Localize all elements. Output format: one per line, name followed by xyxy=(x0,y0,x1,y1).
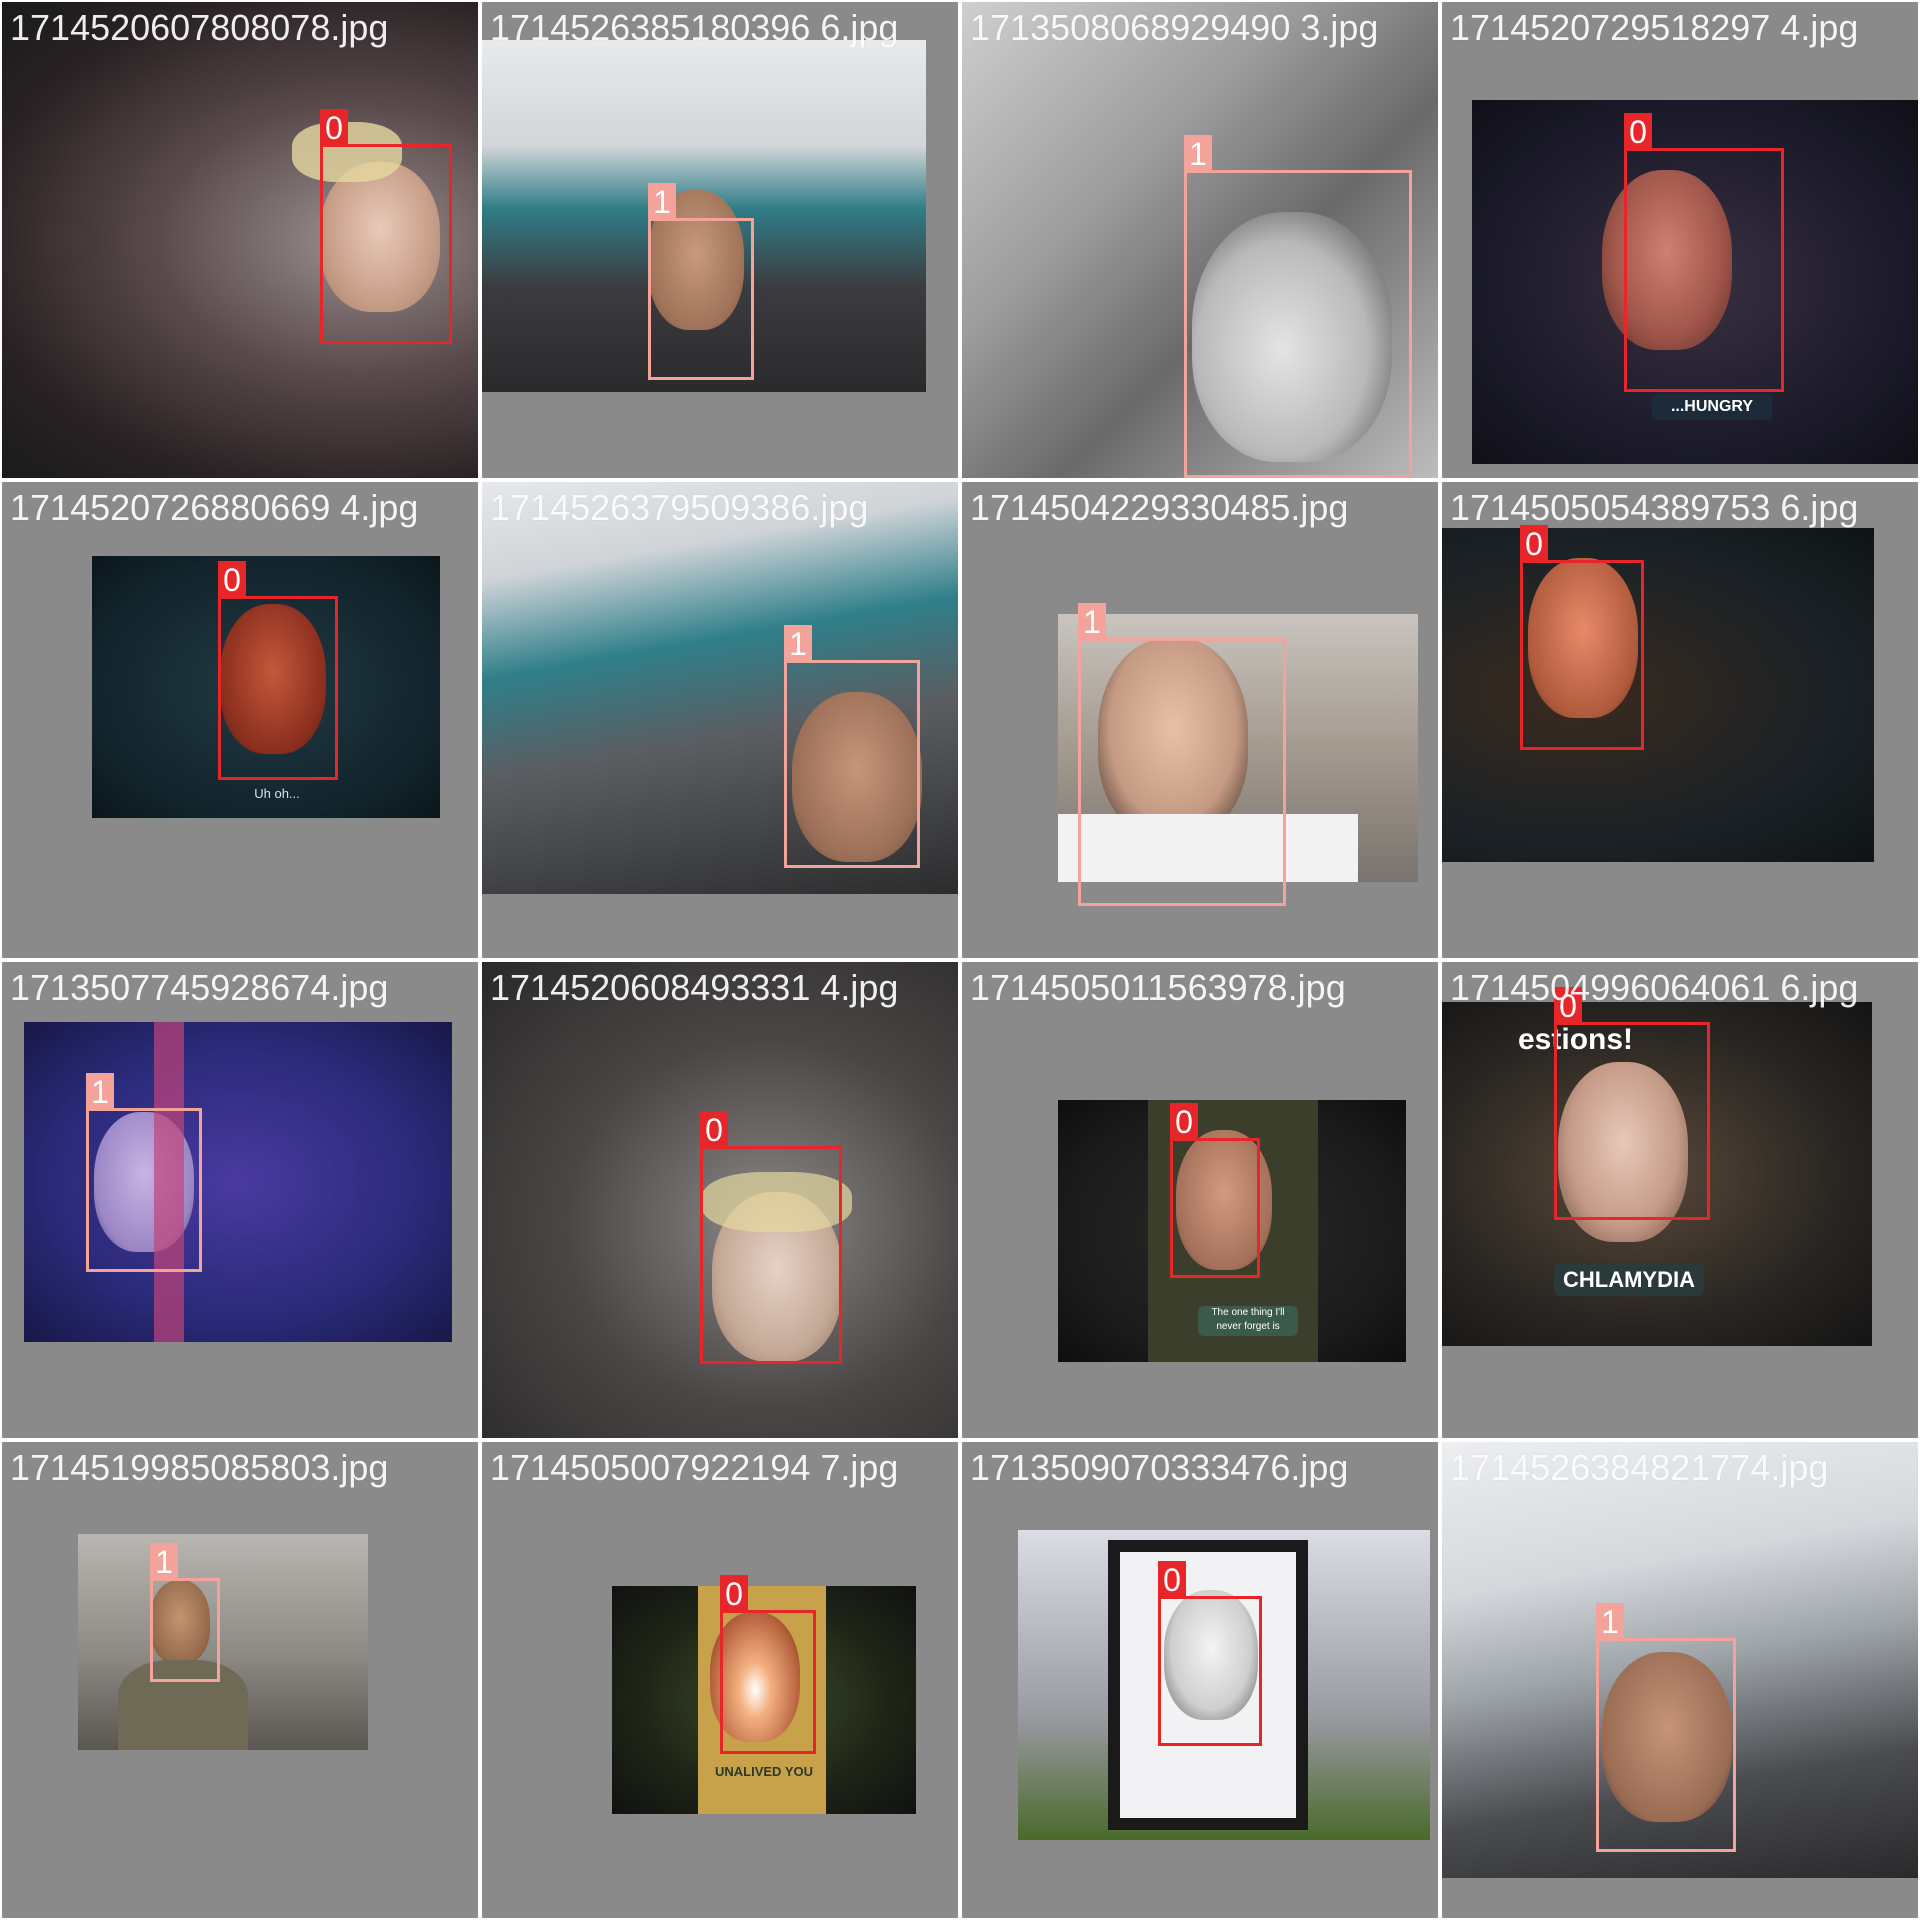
grid-tile: estions! CHLAMYDIA 0 1714504996064061 6.… xyxy=(1442,962,1918,1438)
grid-tile: 0 1714520607808078.jpg xyxy=(2,2,478,478)
detection-box: 0 xyxy=(1520,525,1644,750)
grid-tile: 1 1713508068929490 3.jpg xyxy=(962,2,1438,478)
file-name: 1714504229330485.jpg xyxy=(970,487,1349,528)
file-name: 1714505011563978.jpg xyxy=(970,967,1346,1008)
grid-tile: 1 1713507745928674.jpg xyxy=(2,962,478,1438)
image-grid: 0 1714520607808078.jpg 1 171452638518039… xyxy=(0,0,1920,1920)
tile-photo xyxy=(1442,528,1874,862)
grid-tile: UNALIVED YOU 0 1714505007922194 7.jpg xyxy=(482,1442,958,1918)
grid-tile: 1 1714526385180396 6.jpg xyxy=(482,2,958,478)
grid-tile: 0 1714520608493331 4.jpg xyxy=(482,962,958,1438)
file-name: 1714520607808078.jpg xyxy=(10,7,389,48)
box-label: 0 xyxy=(218,561,246,599)
box-label: 1 xyxy=(1596,1603,1624,1641)
file-name: 1714526384821774.jpg xyxy=(1450,1447,1829,1488)
tile-photo xyxy=(78,1534,368,1750)
detection-box: 0 xyxy=(1624,113,1784,392)
file-name: 1713507745928674.jpg xyxy=(10,967,389,1008)
video-caption: CHLAMYDIA xyxy=(1554,1264,1704,1296)
video-caption: Uh oh... xyxy=(254,786,300,801)
box-label: 1 xyxy=(150,1543,178,1581)
file-name: 1714526385180396 6.jpg xyxy=(490,7,899,48)
box-label: 1 xyxy=(1078,603,1106,641)
file-name: 1714505054389753 6.jpg xyxy=(1450,487,1859,528)
grid-tile: The one thing I'll never forget is 0 171… xyxy=(962,962,1438,1438)
detection-box: 1 xyxy=(1184,135,1412,478)
file-name: 1713508068929490 3.jpg xyxy=(970,7,1379,48)
detection-box: 0 xyxy=(320,109,452,344)
box-label: 0 xyxy=(1624,113,1652,151)
box-label: 0 xyxy=(720,1575,748,1613)
file-name: 1714505007922194 7.jpg xyxy=(490,1447,899,1488)
grid-tile: 0 1713509070333476.jpg xyxy=(962,1442,1438,1918)
detection-box: 1 xyxy=(86,1073,202,1272)
file-name: 1714504996064061 6.jpg xyxy=(1450,967,1859,1008)
grid-tile: ...HUNGRY 0 1714520729518297 4.jpg xyxy=(1442,2,1918,478)
detection-box: 1 xyxy=(1078,603,1286,906)
box-label: 0 xyxy=(700,1111,728,1149)
grid-tile: 1 1714504229330485.jpg xyxy=(962,482,1438,958)
video-caption: ...HUNGRY xyxy=(1652,394,1772,420)
grid-tile: 1 1714519985085803.jpg xyxy=(2,1442,478,1918)
file-name: 1714520726880669 4.jpg xyxy=(10,487,419,528)
video-caption: UNALIVED YOU xyxy=(715,1764,813,1779)
grid-tile: Uh oh... 0 1714520726880669 4.jpg xyxy=(2,482,478,958)
detection-box: 1 xyxy=(784,625,920,868)
box-label: 0 xyxy=(1170,1103,1198,1141)
grid-tile: 1 1714526384821774.jpg xyxy=(1442,1442,1918,1918)
file-name: 1714526379509386.jpg xyxy=(490,487,869,528)
file-name: 1714520608493331 4.jpg xyxy=(490,967,899,1008)
file-name: 1714520729518297 4.jpg xyxy=(1450,7,1859,48)
box-label: 1 xyxy=(784,625,812,663)
detection-box: 0 xyxy=(1158,1561,1262,1746)
detection-box: 0 xyxy=(218,561,338,780)
box-label: 1 xyxy=(648,183,676,221)
grid-tile: 1 1714526379509386.jpg xyxy=(482,482,958,958)
detection-box: 0 xyxy=(720,1575,816,1754)
detection-box: 1 xyxy=(150,1543,220,1682)
grid-tile: 0 1714505054389753 6.jpg xyxy=(1442,482,1918,958)
file-name: 1714519985085803.jpg xyxy=(10,1447,389,1488)
box-label: 0 xyxy=(1158,1561,1186,1599)
box-label: 0 xyxy=(1520,525,1548,563)
detection-box: 0 xyxy=(1170,1103,1260,1278)
box-label: 1 xyxy=(86,1073,114,1111)
box-label: 1 xyxy=(1184,135,1212,173)
detection-box: 0 xyxy=(1554,987,1710,1220)
box-label: 0 xyxy=(320,109,348,147)
detection-box: 1 xyxy=(1596,1603,1736,1852)
file-name: 1713509070333476.jpg xyxy=(970,1447,1349,1488)
video-caption: The one thing I'll never forget is xyxy=(1198,1306,1298,1336)
detection-box: 0 xyxy=(700,1111,842,1364)
detection-box: 1 xyxy=(648,183,754,380)
